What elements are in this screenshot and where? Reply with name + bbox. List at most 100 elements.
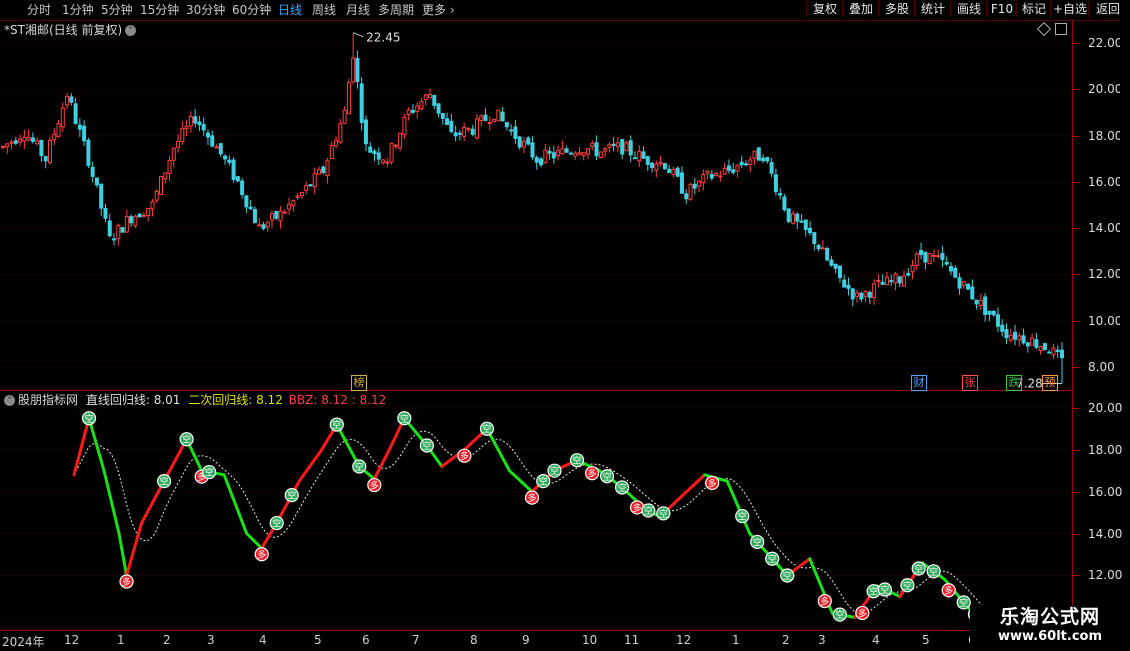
event-tag-0[interactable]: 榜: [351, 375, 367, 391]
candle-body: [146, 207, 151, 217]
sell-badge[interactable]: 空: [641, 503, 656, 518]
tab-timeframe-4[interactable]: 30分钟: [186, 2, 225, 18]
buy-badge[interactable]: 多: [817, 593, 832, 609]
sell-badge[interactable]: 空: [397, 411, 412, 426]
candle-body: [654, 163, 659, 171]
candle-body: [1025, 342, 1030, 347]
sell-badge[interactable]: 空: [536, 474, 551, 489]
sell-badge[interactable]: 空: [750, 534, 765, 550]
tab-timeframe-8[interactable]: 月线: [346, 2, 370, 18]
buy-badge[interactable]: 多: [119, 574, 134, 589]
indicator-chart[interactable]: 空多空空多空多空空空空多空空多空多空空空多 空空多空空多空空空空多空 多空空空空 空多…: [0, 391, 1072, 630]
sell-badge[interactable]: 空: [352, 459, 367, 474]
candle-body: [564, 148, 569, 153]
buy-badge[interactable]: 多: [367, 477, 382, 493]
y-tick: [1072, 449, 1080, 451]
event-tag-2[interactable]: 张: [962, 375, 978, 391]
candle-body: [581, 152, 586, 157]
sell-badge[interactable]: 空: [877, 582, 892, 597]
buy-badge[interactable]: 多: [457, 448, 472, 463]
sell-badge[interactable]: 空: [569, 453, 585, 468]
badge-text: 空: [422, 440, 431, 452]
toolbar-button-3[interactable]: 统计: [914, 1, 951, 18]
candle-body: [919, 249, 924, 256]
candle-body: [363, 119, 368, 145]
buy-badge[interactable]: 多: [254, 547, 269, 562]
y-tick-label: 16.00: [1088, 174, 1123, 189]
tab-timeframe-1[interactable]: 1分钟: [62, 2, 94, 18]
sell-badge[interactable]: 空: [156, 474, 172, 489]
candle-body: [346, 82, 351, 115]
candle-body: [1042, 343, 1047, 351]
badge-text: 空: [355, 461, 364, 473]
sell-badge[interactable]: 空: [911, 561, 926, 576]
buy-badge[interactable]: 多: [705, 475, 720, 491]
sell-badge[interactable]: 空: [780, 568, 795, 583]
toolbar-button-2[interactable]: 多股: [878, 1, 915, 18]
candle-body: [466, 127, 471, 130]
y-tick: [1072, 135, 1080, 137]
sell-badge[interactable]: 空: [599, 469, 615, 484]
candle-body: [150, 201, 155, 210]
event-tag-3[interactable]: 跌: [1006, 375, 1022, 391]
tab-timeframe-0[interactable]: 分时: [27, 2, 51, 18]
sell-badge[interactable]: 空: [81, 411, 97, 426]
sell-badge[interactable]: 空: [202, 464, 217, 480]
candle-body: [43, 156, 48, 162]
candle-body: [803, 219, 808, 231]
toolbar-button-1[interactable]: 叠加: [842, 1, 879, 18]
x-tick-label: 8: [470, 633, 478, 647]
sell-badge[interactable]: 空: [614, 480, 630, 495]
candle-body: [39, 140, 44, 157]
sell-badge[interactable]: 空: [284, 488, 299, 503]
toolbar-button-0[interactable]: 复权: [806, 1, 843, 18]
toolbar-button-7[interactable]: +自选: [1050, 1, 1089, 18]
sell-badge[interactable]: 空: [656, 506, 671, 521]
badge-text: 空: [182, 434, 191, 446]
candle-body: [829, 259, 834, 266]
sell-badge[interactable]: 空: [329, 417, 344, 432]
candle-body: [1047, 351, 1052, 354]
buy-badge[interactable]: 多: [584, 466, 600, 481]
sell-badge[interactable]: 空: [479, 421, 495, 436]
sell-badge[interactable]: 空: [956, 595, 971, 610]
sell-badge[interactable]: 空: [419, 438, 434, 453]
sell-badge[interactable]: 空: [269, 515, 284, 531]
sell-badge[interactable]: 空: [900, 578, 915, 593]
candle-body: [1021, 335, 1026, 344]
tab-timeframe-2[interactable]: 5分钟: [101, 2, 133, 18]
y-tick: [1072, 89, 1080, 91]
sell-badge[interactable]: 空: [735, 508, 750, 524]
toolbar-button-4[interactable]: 画线: [950, 1, 987, 18]
toolbar-button-6[interactable]: 标记: [1016, 1, 1051, 18]
sell-badge[interactable]: 空: [547, 463, 562, 478]
candle-body: [650, 162, 655, 168]
buy-badge[interactable]: 多: [524, 490, 540, 505]
sell-badge[interactable]: 空: [832, 607, 847, 622]
regression-segment: [237, 512, 245, 526]
sell-badge[interactable]: 空: [179, 432, 194, 447]
event-tag-4[interactable]: 预: [1042, 375, 1058, 391]
tab-timeframe-6[interactable]: 日线: [278, 2, 302, 18]
candlestick-chart[interactable]: 22.457.28: [0, 20, 1072, 390]
tab-timeframe-3[interactable]: 15分钟: [140, 2, 179, 18]
candle-body: [876, 280, 881, 283]
edge-strip: [1120, 20, 1130, 390]
sell-badge[interactable]: 空: [926, 564, 941, 579]
tab-timeframe-7[interactable]: 周线: [312, 2, 336, 18]
badge-text: 空: [768, 553, 777, 565]
buy-badge[interactable]: 多: [941, 583, 956, 598]
sell-badge[interactable]: 空: [765, 551, 780, 566]
toolbar-button-5[interactable]: F10: [986, 1, 1017, 18]
tab-timeframe-10[interactable]: 更多: [422, 2, 446, 18]
candle-body: [282, 211, 287, 214]
candle-body: [381, 159, 386, 163]
event-tag-1[interactable]: 财: [911, 375, 927, 391]
buy-badge[interactable]: 多: [855, 605, 870, 621]
candle-body: [205, 132, 210, 138]
toolbar-button-8[interactable]: 返回: [1088, 1, 1127, 18]
tab-timeframe-9[interactable]: 多周期: [378, 2, 414, 18]
candle-body: [1000, 324, 1005, 332]
chevron-right-icon[interactable]: ›: [450, 2, 455, 18]
tab-timeframe-5[interactable]: 60分钟: [232, 2, 271, 18]
